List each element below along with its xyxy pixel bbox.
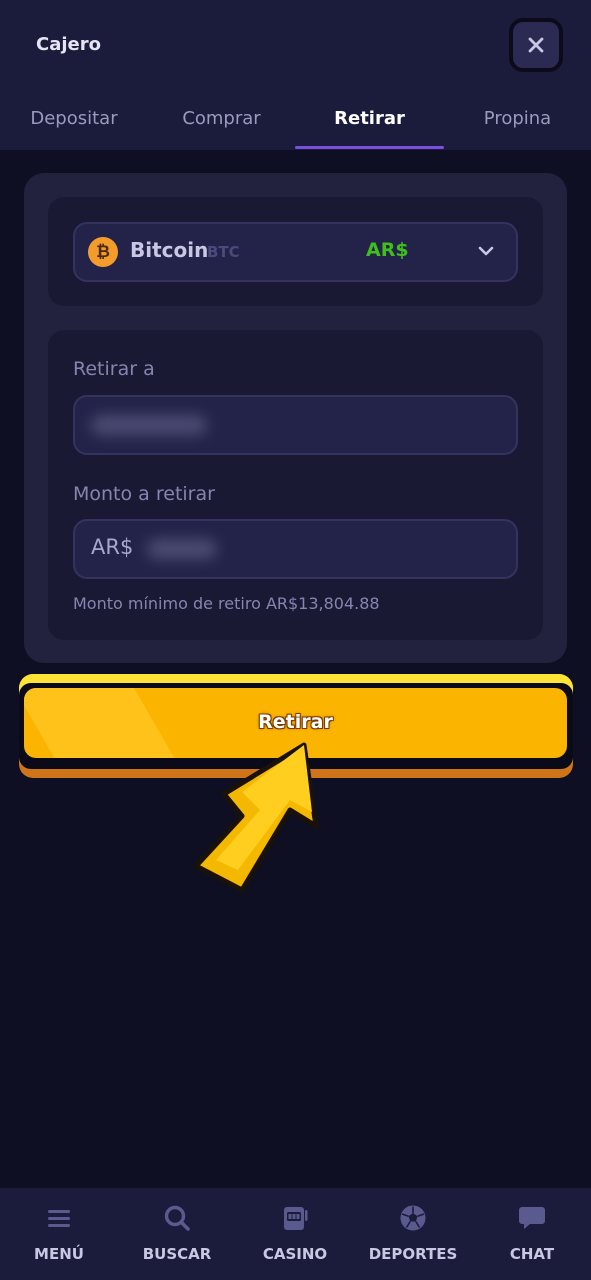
coin-name: Bitcoin — [130, 238, 209, 262]
nav-chat-label: CHAT — [509, 1245, 555, 1263]
close-icon — [528, 37, 544, 53]
amount-prefix: AR$ — [91, 535, 134, 559]
tab-propina[interactable]: Propina — [444, 96, 591, 150]
slot-machine-icon — [284, 1207, 308, 1230]
nav-chat[interactable]: CHAT — [473, 1188, 591, 1280]
address-label: Retirar a — [73, 358, 155, 380]
address-input[interactable] — [73, 395, 518, 455]
bitcoin-icon: ₿ — [88, 237, 118, 267]
page-title: Cajero — [36, 34, 101, 55]
nav-menu-label: MENÚ — [34, 1245, 84, 1263]
chevron-down-icon[interactable] — [477, 242, 495, 260]
nav-sports[interactable]: DEPORTES — [354, 1188, 472, 1280]
tab-comprar[interactable]: Comprar — [148, 96, 295, 150]
nav-sports-label: DEPORTES — [368, 1245, 458, 1263]
amount-input[interactable] — [73, 519, 518, 579]
nav-casino-label: CASINO — [262, 1245, 328, 1263]
nav-search[interactable]: BUSCAR — [118, 1188, 236, 1280]
search-icon — [164, 1205, 190, 1231]
tab-retirar[interactable]: Retirar — [295, 96, 444, 150]
cashier-tabs: Depositar Comprar Retirar Propina — [0, 96, 591, 150]
chat-icon — [519, 1207, 545, 1229]
active-tab-indicator — [295, 146, 444, 149]
redacted-address — [91, 415, 207, 435]
fiat-currency: AR$ — [366, 239, 409, 261]
close-button[interactable] — [509, 18, 563, 72]
minimum-withdraw-note: Monto mínimo de retiro AR$13,804.88 — [73, 594, 380, 613]
nav-search-label: BUSCAR — [142, 1245, 212, 1263]
redacted-amount — [147, 539, 217, 559]
amount-label: Monto a retirar — [73, 483, 215, 505]
pointer-arrow-icon — [193, 742, 319, 893]
coin-code: BTC — [207, 243, 240, 261]
soccer-ball-icon — [400, 1205, 426, 1231]
nav-casino[interactable]: CASINO — [236, 1188, 354, 1280]
menu-icon — [48, 1210, 70, 1227]
nav-menu[interactable]: MENÚ — [0, 1188, 118, 1280]
tab-depositar[interactable]: Depositar — [0, 96, 148, 150]
